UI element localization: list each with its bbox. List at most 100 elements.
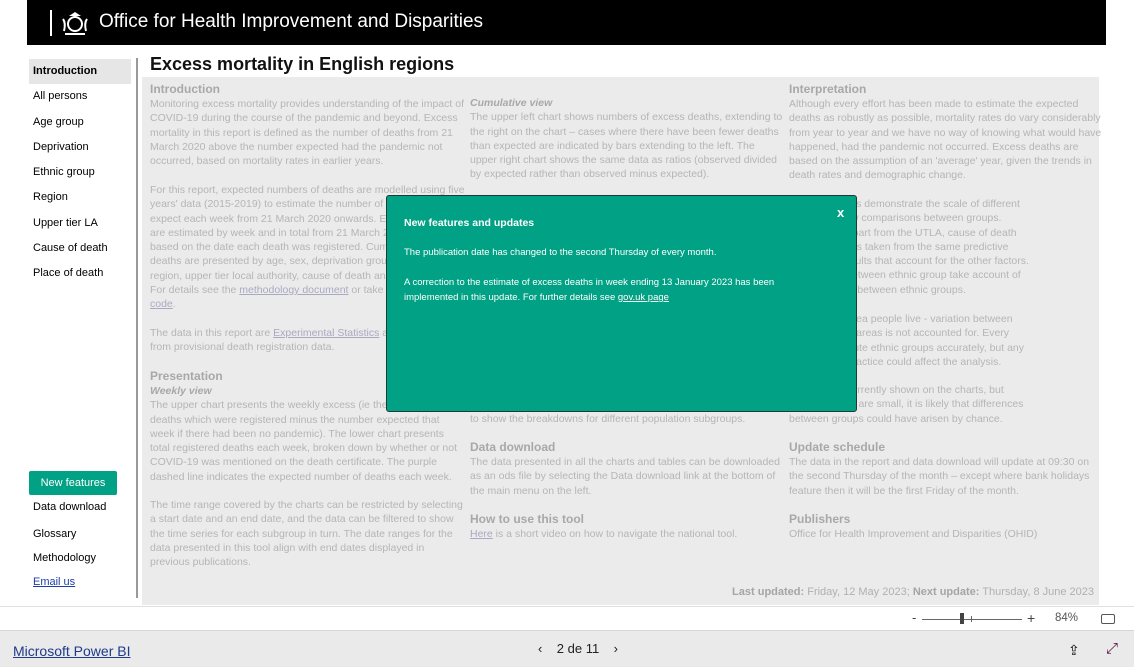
royal-crest-icon: [62, 12, 88, 35]
org-name: Office for Health Improvement and Dispar…: [99, 11, 484, 32]
sidebar-item-introduction[interactable]: Introduction: [29, 59, 131, 84]
close-button[interactable]: x: [837, 205, 844, 220]
page-indicator: 2 de 11: [556, 641, 600, 656]
text-line: previous publications.: [150, 556, 251, 569]
sidebar-divider: [136, 58, 138, 598]
sidebar-item-data-download[interactable]: Data download: [29, 495, 131, 520]
section-heading: Data download: [470, 440, 556, 454]
text-line: March 2020 above the number expected had…: [150, 140, 443, 153]
zoom-slider-thumb[interactable]: [960, 613, 964, 624]
next-update-value: Thursday, 8 June 2023: [982, 586, 1094, 598]
text-line: death rates and demographic change.: [789, 169, 966, 182]
govuk-link[interactable]: gov.uk page: [618, 292, 669, 303]
update-info: Last updated: Friday, 12 May 2023; Next …: [732, 586, 1094, 598]
page-title: Excess mortality in English regions: [150, 54, 455, 74]
section-heading: Update schedule: [789, 440, 886, 454]
header-bar: Office for Health Improvement and Dispar…: [27, 0, 1106, 45]
text-line: from year to year and we have no way of …: [789, 126, 1102, 139]
next-update-label: Next update:: [912, 586, 980, 598]
zoom-in-button[interactable]: +: [1027, 610, 1035, 626]
text-line: data presented in this tool align with e…: [150, 541, 425, 554]
modal-paragraph-2: A correction to the estimate of excess d…: [404, 275, 824, 305]
right-column-block: Interpretation Although every effort has …: [789, 82, 1101, 183]
middle-column-block: to show the breakdowns for different pop…: [470, 412, 745, 426]
sidebar-item-ethnic-group[interactable]: Ethnic group: [29, 160, 131, 185]
share-icon[interactable]: ⇪: [1068, 642, 1080, 659]
section-heading: Introduction: [150, 82, 220, 96]
zoom-bar: - + 84%: [0, 606, 1134, 631]
subsection-heading: Cumulative view: [470, 97, 553, 109]
middle-column-block: Cumulative view The upper left chart show…: [470, 96, 782, 182]
text-line: based on the assumption of an 'average' …: [789, 155, 1092, 168]
text-line: as an ods file by selecting the Data dow…: [470, 470, 776, 483]
section-heading: Publishers: [789, 512, 851, 526]
text-line: the main menu on the left.: [470, 484, 592, 497]
sidebar-item-place-of-death[interactable]: Place of death: [29, 261, 131, 286]
text-line: Here is a short video on how to navigate…: [470, 527, 737, 541]
text-line: deaths as robustly as possible, mortalit…: [789, 112, 1101, 125]
email-us-link[interactable]: Email us: [29, 570, 131, 595]
zoom-slider-tick: [971, 616, 972, 622]
pagination: ‹ 2 de 11 ›: [538, 641, 618, 656]
sidebar-item-cause-of-death[interactable]: Cause of death: [29, 236, 131, 261]
text-line: happened, had the pandemic not occurred.…: [789, 140, 1079, 153]
text-line: The time range covered by the charts can…: [150, 499, 463, 511]
next-page-button[interactable]: ›: [614, 641, 618, 656]
last-updated-label: Last updated:: [732, 586, 805, 598]
sidebar-item-deprivation[interactable]: Deprivation: [29, 135, 131, 160]
sidebar-item-region[interactable]: Region: [29, 185, 131, 210]
footer: Microsoft Power BI ‹ 2 de 11 › ⇪ ⤢: [0, 631, 1134, 667]
text-line: occurred, based on mortality rates in ea…: [150, 155, 384, 168]
text-line: The upper left chart shows numbers of ex…: [470, 111, 783, 124]
inline-link[interactable]: methodology document: [239, 284, 348, 296]
text-line: the second Thursday of the month – excep…: [789, 470, 1090, 483]
inline-link[interactable]: code: [150, 298, 173, 310]
text-line: from provisional death registration data…: [150, 341, 335, 354]
text-line: week if there had been no pandemic). The…: [150, 427, 444, 440]
text-line: by expected rather than observed minus e…: [470, 168, 710, 181]
fit-to-page-icon[interactable]: [1101, 614, 1115, 624]
inline-link[interactable]: Experimental Statistics: [273, 327, 379, 339]
modal-paragraph-2-text: A correction to the estimate of excess d…: [404, 277, 775, 303]
text-line: upper right chart shows the same data as…: [470, 154, 777, 167]
inline-link[interactable]: Here: [470, 528, 493, 540]
left-column-block: Introduction Monitoring excess mortality …: [150, 82, 464, 168]
text-line: COVID-19 was mentioned on the death cert…: [150, 456, 437, 469]
text-line: total registered deaths each week, broke…: [150, 442, 458, 455]
sidebar-item-methodology[interactable]: Methodology: [29, 546, 131, 571]
zoom-out-button[interactable]: -: [912, 610, 916, 625]
text-line: mortality in this report is defined as t…: [150, 126, 453, 139]
text-line: between groups could have arisen by chan…: [789, 413, 1003, 425]
text-line: the right on the chart – cases where the…: [470, 125, 779, 138]
middle-column-block: Data download The data presented in all t…: [470, 440, 780, 498]
sidebar-item-all-persons[interactable]: All persons: [29, 84, 131, 109]
modal-title: New features and updates: [404, 217, 535, 229]
right-column-block: Update schedule The data in the report an…: [789, 440, 1089, 498]
text-segment: .: [172, 298, 176, 311]
sidebar-item-glossary[interactable]: Glossary: [29, 522, 131, 547]
power-bi-link[interactable]: Microsoft Power BI: [13, 643, 130, 659]
sidebar-item-age-group[interactable]: Age group: [29, 110, 131, 135]
text-line: than expected are indicated by bars exte…: [470, 139, 755, 152]
text-line: Monitoring excess mortality provides und…: [150, 98, 464, 110]
prev-page-button[interactable]: ‹: [538, 641, 542, 656]
zoom-slider[interactable]: [922, 619, 1022, 620]
new-features-button[interactable]: New features: [29, 471, 117, 495]
text-segment: is a short video on how to navigate the …: [492, 528, 738, 540]
modal-paragraph-1: The publication date has changed to the …: [404, 247, 717, 258]
text-segment: For details see the: [150, 284, 240, 297]
header-divider: [50, 10, 52, 36]
text-line: Office for Health Improvement and Dispar…: [789, 528, 1038, 540]
sidebar-item-upper-tier-la[interactable]: Upper tier LA: [29, 211, 131, 236]
text-line: dashed line indicates the expected numbe…: [150, 470, 452, 483]
text-line: The data in this report are Experimental…: [150, 326, 394, 340]
section-heading: How to use this tool: [470, 512, 584, 526]
text-segment: The data in this report are: [150, 327, 274, 339]
left-column-block: The time range covered by the charts can…: [150, 498, 463, 569]
right-column-block: between groups could have arisen by chan…: [789, 412, 1003, 426]
expand-icon[interactable]: ⤢: [1106, 640, 1118, 657]
text-line: COVID-19 during the course of the pandem…: [150, 112, 458, 125]
right-column-block: Publishers Office for Health Improvement …: [789, 512, 1037, 541]
section-heading: Interpretation: [789, 82, 867, 96]
text-line: feature then it will be the first Friday…: [789, 484, 1019, 497]
